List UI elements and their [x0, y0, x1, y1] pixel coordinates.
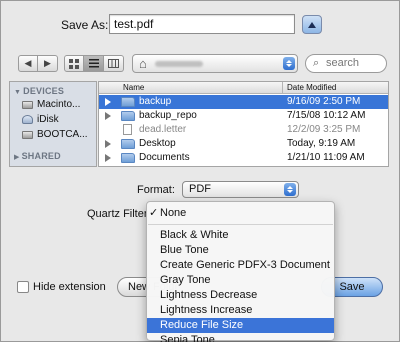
folder-icon	[121, 152, 135, 163]
column-divider	[282, 82, 283, 94]
date-modified-column-header[interactable]: Date Modified	[287, 83, 336, 92]
column-view-icon	[108, 59, 119, 68]
format-value: PDF	[189, 183, 211, 195]
sidebar: ▼ DEVICES Macinto... iDisk BOOTCA... ▶ SHA…	[9, 81, 97, 167]
search-field[interactable]: ⌕	[305, 54, 387, 73]
sidebar-item-bootcamp[interactable]: BOOTCA...	[22, 129, 88, 140]
file-row[interactable]: backup 9/16/09 2:50 PM	[99, 95, 388, 109]
search-input[interactable]	[326, 57, 384, 69]
hide-extension-label: Hide extension	[33, 281, 106, 293]
file-list: Name Date Modified backup 9/16/09 2:50 P…	[98, 81, 389, 167]
hard-drive-icon	[22, 100, 33, 109]
menu-item-gray-tone[interactable]: Gray Tone	[147, 273, 334, 288]
hide-extension-checkbox[interactable]	[17, 281, 29, 293]
disclosure-right-icon	[105, 154, 111, 162]
menu-item-reduce-file-size[interactable]: Reduce File Size	[147, 318, 334, 333]
disclosure-right-icon	[105, 112, 111, 120]
devices-heading[interactable]: ▼ DEVICES	[14, 86, 64, 96]
forward-arrow-icon: ▶	[44, 58, 51, 68]
list-header: Name Date Modified	[99, 82, 388, 94]
file-row[interactable]: Desktop Today, 9:19 AM	[99, 137, 388, 151]
format-label: Format:	[137, 184, 175, 196]
sidebar-item-macintosh[interactable]: Macinto...	[22, 99, 80, 110]
hard-drive-icon	[22, 130, 33, 139]
menu-item-lightness-increase[interactable]: Lightness Increase	[147, 303, 334, 318]
menu-separator	[148, 224, 333, 225]
disclosure-right-icon	[105, 140, 111, 148]
redacted-folder-name	[155, 61, 203, 67]
format-popup[interactable]: PDF	[182, 181, 299, 198]
sidebar-item-label: iDisk	[37, 114, 59, 125]
disclosure-up-icon	[308, 21, 316, 28]
file-row[interactable]: backup_repo 7/15/08 10:12 AM	[99, 109, 388, 123]
home-folder-icon: ⌂	[139, 56, 147, 71]
list-view-icon	[88, 59, 99, 68]
menu-item-sepia-tone[interactable]: Sepia Tone	[147, 333, 334, 342]
document-icon	[123, 124, 132, 135]
folder-icon	[121, 96, 135, 107]
idisk-icon	[22, 115, 33, 124]
back-arrow-icon: ◀	[24, 58, 32, 68]
menu-item-pdfx3[interactable]: Create Generic PDFX-3 Document	[147, 258, 334, 273]
shared-heading[interactable]: ▶ SHARED	[14, 151, 61, 161]
save-as-label: Save As:	[61, 18, 109, 32]
folder-icon	[121, 110, 135, 121]
column-view-button[interactable]	[104, 55, 124, 72]
forward-button[interactable]: ▶	[38, 55, 58, 72]
menu-item-lightness-decrease[interactable]: Lightness Decrease	[147, 288, 334, 303]
quartz-filter-label: Quartz Filter	[87, 208, 148, 220]
sidebar-item-label: Macinto...	[37, 99, 81, 110]
list-view-button[interactable]	[84, 55, 104, 72]
checkmark-icon: ✓	[149, 207, 159, 219]
disclosure-down-icon: ▼	[14, 89, 22, 96]
folder-icon	[121, 138, 135, 149]
popup-arrows-icon	[284, 183, 296, 196]
disclosure-right-icon: ▶	[14, 154, 20, 161]
popup-arrows-icon	[283, 57, 295, 70]
location-popup[interactable]: ⌂	[132, 54, 298, 73]
menu-item-black-white[interactable]: Black & White	[147, 228, 334, 243]
icon-view-icon	[69, 58, 79, 69]
menu-item-none[interactable]: ✓ None	[147, 206, 334, 221]
sidebar-item-idisk[interactable]: iDisk	[22, 114, 59, 125]
sidebar-item-label: BOOTCA...	[37, 129, 88, 140]
name-column-header[interactable]: Name	[123, 83, 144, 92]
disclosure-right-icon	[105, 98, 111, 106]
file-row[interactable]: Documents 1/21/10 11:09 AM	[99, 151, 388, 165]
icon-view-button[interactable]	[64, 55, 84, 72]
save-dialog: Save As: test.pdf ◀ ▶ ⌂ ⌕ ▼DEVI	[0, 0, 400, 342]
search-icon: ⌕	[313, 57, 320, 69]
back-button[interactable]: ◀	[18, 55, 38, 72]
collapse-dialog-button[interactable]	[302, 15, 322, 34]
quartz-filter-menu: ✓ None Black & White Blue Tone Create Ge…	[146, 201, 335, 342]
filename-field[interactable]: test.pdf	[109, 14, 295, 34]
file-row[interactable]: dead.letter 12/2/09 3:25 PM	[99, 123, 388, 137]
menu-item-blue-tone[interactable]: Blue Tone	[147, 243, 334, 258]
